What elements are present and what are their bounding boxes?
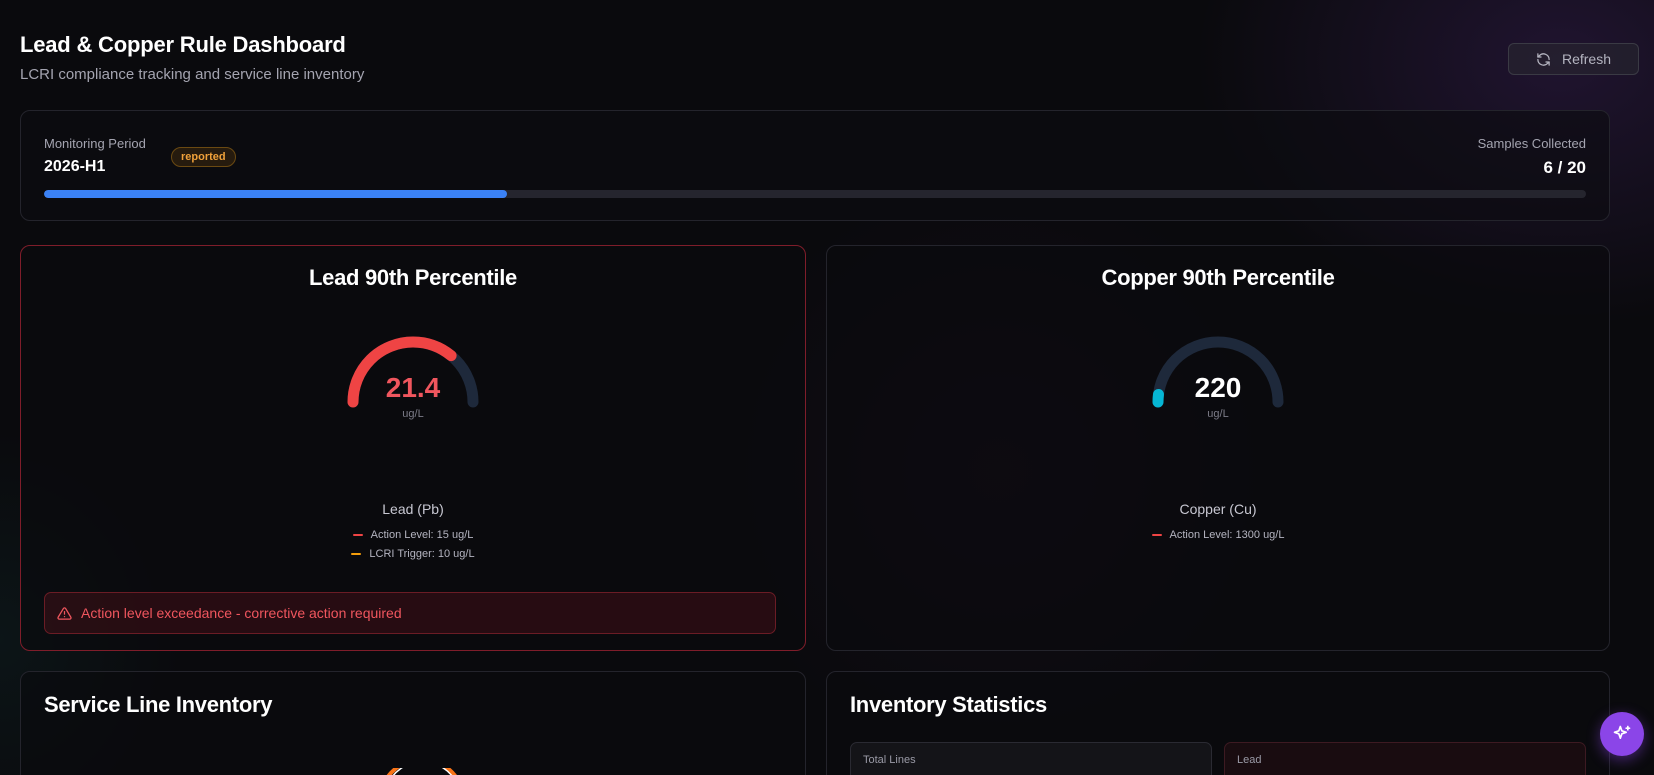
copper-gauge-unit: ug/L (1207, 408, 1229, 420)
lead-metal-name: Lead (Pb) (382, 501, 444, 517)
inventory-pie-chart (386, 768, 457, 775)
samples-count: 6 / 20 (1543, 158, 1586, 177)
monitoring-period-card: Monitoring Period 2026-H1 reported Sampl… (20, 110, 1610, 221)
copper-gauge: 220 ug/L (1148, 332, 1288, 424)
lead-gauge-value: 21.4 (385, 372, 441, 403)
legend-swatch-red (352, 533, 363, 536)
copper-legend: Action Level: 1300 ug/L (827, 525, 1609, 544)
samples-label: Samples Collected (1477, 136, 1586, 151)
copper-metal-name: Copper (Cu) (1179, 501, 1257, 517)
warning-triangle-icon (57, 606, 72, 621)
legend-label: LCRI Trigger: 10 ug/L (369, 547, 475, 560)
alert-text: Action level exceedance - corrective act… (81, 605, 402, 621)
page-header: Lead & Copper Rule Dashboard LCRI compli… (20, 32, 364, 83)
legend-swatch-amber (351, 552, 362, 555)
samples-progress-bar (44, 190, 1586, 198)
page-subtitle: LCRI compliance tracking and service lin… (20, 66, 365, 83)
copper-card-title: Copper 90th Percentile (1101, 265, 1335, 290)
refresh-button[interactable]: Refresh (1508, 43, 1639, 75)
period-label: Monitoring Period (44, 136, 146, 151)
stat-label: Total Lines (863, 754, 916, 766)
stat-total-lines: Total Lines (850, 742, 1212, 775)
legend-label: Action Level: 15 ug/L (370, 528, 474, 541)
copper-percentile-card: Copper 90th Percentile 220 ug/L Copper (… (826, 245, 1610, 651)
legend-action-level: Action Level: 1300 ug/L (827, 525, 1609, 544)
refresh-label: Refresh (1561, 51, 1612, 67)
ai-assistant-button[interactable] (1600, 712, 1644, 756)
status-badge: reported (171, 147, 236, 167)
samples-progress-fill (44, 190, 507, 198)
inventory-title: Service Line Inventory (44, 692, 273, 717)
legend-lcri-trigger: LCRI Trigger: 10 ug/L (21, 544, 805, 563)
copper-gauge-value: 220 (1194, 372, 1242, 403)
legend-label: Action Level: 1300 ug/L (1169, 528, 1285, 541)
stat-label: Lead (1237, 754, 1262, 766)
legend-swatch-red (1151, 533, 1162, 536)
period-value: 2026-H1 (44, 158, 106, 175)
service-line-inventory-card: Service Line Inventory (20, 671, 806, 775)
stats-title: Inventory Statistics (850, 692, 1047, 717)
stat-lead-lines: Lead (1224, 742, 1586, 775)
inventory-statistics-card: Inventory Statistics Total Lines Lead (826, 671, 1610, 775)
exceedance-alert: Action level exceedance - corrective act… (44, 592, 776, 634)
lead-gauge: 21.4 ug/L (343, 332, 483, 424)
lead-gauge-unit: ug/L (402, 408, 424, 420)
refresh-icon (1536, 52, 1551, 67)
lead-percentile-card: Lead 90th Percentile 21.4 ug/L Lead (Pb)… (20, 245, 806, 651)
page-title: Lead & Copper Rule Dashboard (20, 32, 346, 57)
sparkles-icon (1612, 724, 1632, 744)
lead-legend: Action Level: 15 ug/L LCRI Trigger: 10 u… (21, 525, 805, 563)
legend-action-level: Action Level: 15 ug/L (21, 525, 805, 544)
lead-card-title: Lead 90th Percentile (309, 265, 517, 290)
